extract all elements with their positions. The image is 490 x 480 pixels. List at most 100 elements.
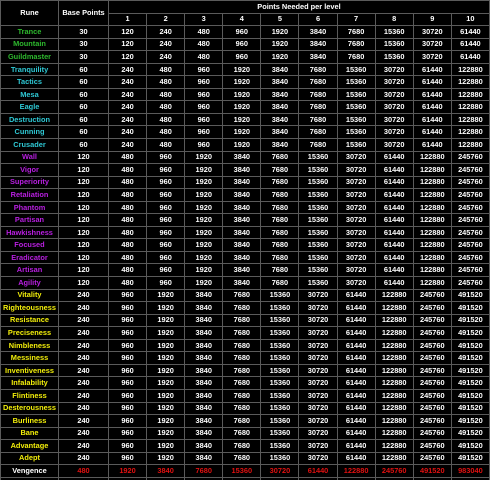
level-points-cell: 61440 [412, 138, 452, 152]
level-points-cell: 7680 [260, 238, 300, 252]
level-points-cell: 122880 [374, 288, 414, 303]
level-points-cell: 1920 [184, 250, 224, 265]
table-row: Cunning 60 240 480 960 1920 3840 7680 15360 30720… [0, 125, 490, 139]
base-points-cell: 60 [58, 75, 109, 89]
level-points-cell: 61440 [374, 150, 414, 165]
level-points-cell: 122880 [374, 451, 414, 466]
level-points-cell: 240 [107, 125, 148, 139]
level-points-cell: 15360 [374, 50, 414, 64]
base-points-cell: 30 [58, 25, 109, 39]
level-points-cell: 491520 [450, 301, 490, 315]
level-points-cell: 30720 [298, 439, 338, 453]
level-points-cell: 3840 [184, 388, 224, 403]
base-points-cell: 60 [58, 87, 109, 102]
level-points-cell: 30720 [298, 426, 338, 441]
base-points-cell: 120 [58, 188, 109, 202]
table-row: Superiority 120 480 960 1920 3840 7680 15360 307… [0, 175, 490, 190]
level-header: 4 [222, 12, 262, 27]
level-points-cell: 1920 [222, 125, 262, 139]
level-points-cell: 960 [107, 376, 148, 390]
level-points-cell: 15360 [298, 238, 338, 252]
level-points-cell: 122880 [450, 100, 490, 114]
rune-name-cell: Vitality [0, 288, 59, 303]
level-points-cell: 30720 [374, 75, 414, 89]
level-points-cell: 3840 [222, 225, 262, 240]
level-points-cell: 122880 [412, 276, 452, 290]
level-points-cell: 61440 [336, 351, 376, 365]
level-points-cell: 61440 [336, 451, 376, 466]
level-points-cell: 3840 [222, 200, 262, 215]
level-points-cell: 3840 [260, 138, 300, 152]
level-points-cell: 61440 [336, 338, 376, 353]
base-points-cell: 120 [58, 225, 109, 240]
level-points-cell: 122880 [374, 376, 414, 390]
rune-name-cell: Artisan [0, 263, 59, 278]
level-points-cell: 480 [107, 250, 148, 265]
level-points-cell: 480 [146, 62, 186, 77]
rune-name-cell: Adept [0, 451, 59, 466]
level-points-cell: 1920 [184, 225, 224, 240]
base-points-cell: 60 [58, 100, 109, 114]
rune-column-header: Rune [0, 0, 59, 27]
level-points-cell: 3840 [298, 25, 338, 39]
level-points-cell: 1920 [260, 25, 300, 39]
level-points-cell: 7680 [222, 414, 262, 428]
level-points-cell: 245760 [450, 188, 490, 202]
level-points-cell: 1920 [146, 376, 186, 390]
base-points-cell: 120 [58, 238, 109, 252]
level-points-cell: 122880 [450, 62, 490, 77]
level-points-cell: 1920 [222, 112, 262, 127]
level-points-cell: 480 [184, 37, 224, 52]
base-points-cell: 480 [58, 464, 109, 478]
level-points-cell: 960 [184, 87, 224, 102]
level-points-cell: 15360 [260, 388, 300, 403]
base-points-cell: 60 [58, 112, 109, 127]
base-points-cell: 120 [58, 150, 109, 165]
level-points-cell: 1920 [222, 87, 262, 102]
level-points-cell: 1920 [146, 338, 186, 353]
level-points-cell: 491520 [450, 326, 490, 340]
level-points-cell: 960 [146, 163, 186, 177]
level-points-cell: 1920 [222, 100, 262, 114]
level-points-cell: 122880 [412, 225, 452, 240]
level-points-cell: 15360 [298, 225, 338, 240]
table-row: Desterousness 240 960 1920 3840 7680 15360 3072… [0, 401, 490, 416]
rune-points-table: Rune Base Points Points Needed per level… [0, 0, 490, 480]
level-points-cell: 15360 [260, 414, 300, 428]
rune-name-cell: Partisan [0, 213, 59, 227]
level-points-cell: 960 [184, 100, 224, 114]
level-points-cell: 1920 [184, 163, 224, 177]
level-points-cell: 480 [107, 225, 148, 240]
level-points-cell: 491520 [450, 313, 490, 328]
level-points-cell: 3840 [222, 263, 262, 278]
level-points-cell: 61440 [450, 25, 490, 39]
rune-name-cell: Eradicator [0, 250, 59, 265]
level-points-cell: 7680 [298, 125, 338, 139]
base-points-cell: 240 [58, 363, 109, 378]
level-points-cell: 3840 [184, 351, 224, 365]
level-points-cell: 61440 [374, 175, 414, 190]
level-points-cell: 122880 [374, 401, 414, 416]
level-points-cell: 491520 [450, 414, 490, 428]
table-row: Eradicator 120 480 960 1920 3840 7680 15360 3072… [0, 250, 490, 265]
level-points-cell: 1920 [146, 401, 186, 416]
table-row: Focused 120 480 960 1920 3840 7680 15360 30720 61… [0, 238, 490, 252]
level-points-cell: 15360 [298, 276, 338, 290]
level-points-cell: 30720 [298, 376, 338, 390]
table-row: Inventiveness 240 960 1920 3840 7680 15360 3072… [0, 363, 490, 378]
level-points-cell: 61440 [450, 37, 490, 52]
level-points-cell: 7680 [260, 188, 300, 202]
level-points-cell: 960 [107, 388, 148, 403]
table-row: Flintiness 240 960 1920 3840 7680 15360 30720 61… [0, 388, 490, 403]
base-points-cell: 120 [58, 263, 109, 278]
level-points-cell: 30720 [298, 326, 338, 340]
level-points-cell: 480 [107, 150, 148, 165]
level-points-cell: 491520 [450, 426, 490, 441]
level-points-cell: 240 [146, 25, 186, 39]
level-points-cell: 15360 [260, 363, 300, 378]
level-points-cell: 122880 [412, 250, 452, 265]
level-points-cell: 61440 [450, 50, 490, 64]
level-points-cell: 30720 [412, 50, 452, 64]
level-points-cell: 15360 [298, 213, 338, 227]
level-points-cell: 61440 [336, 301, 376, 315]
